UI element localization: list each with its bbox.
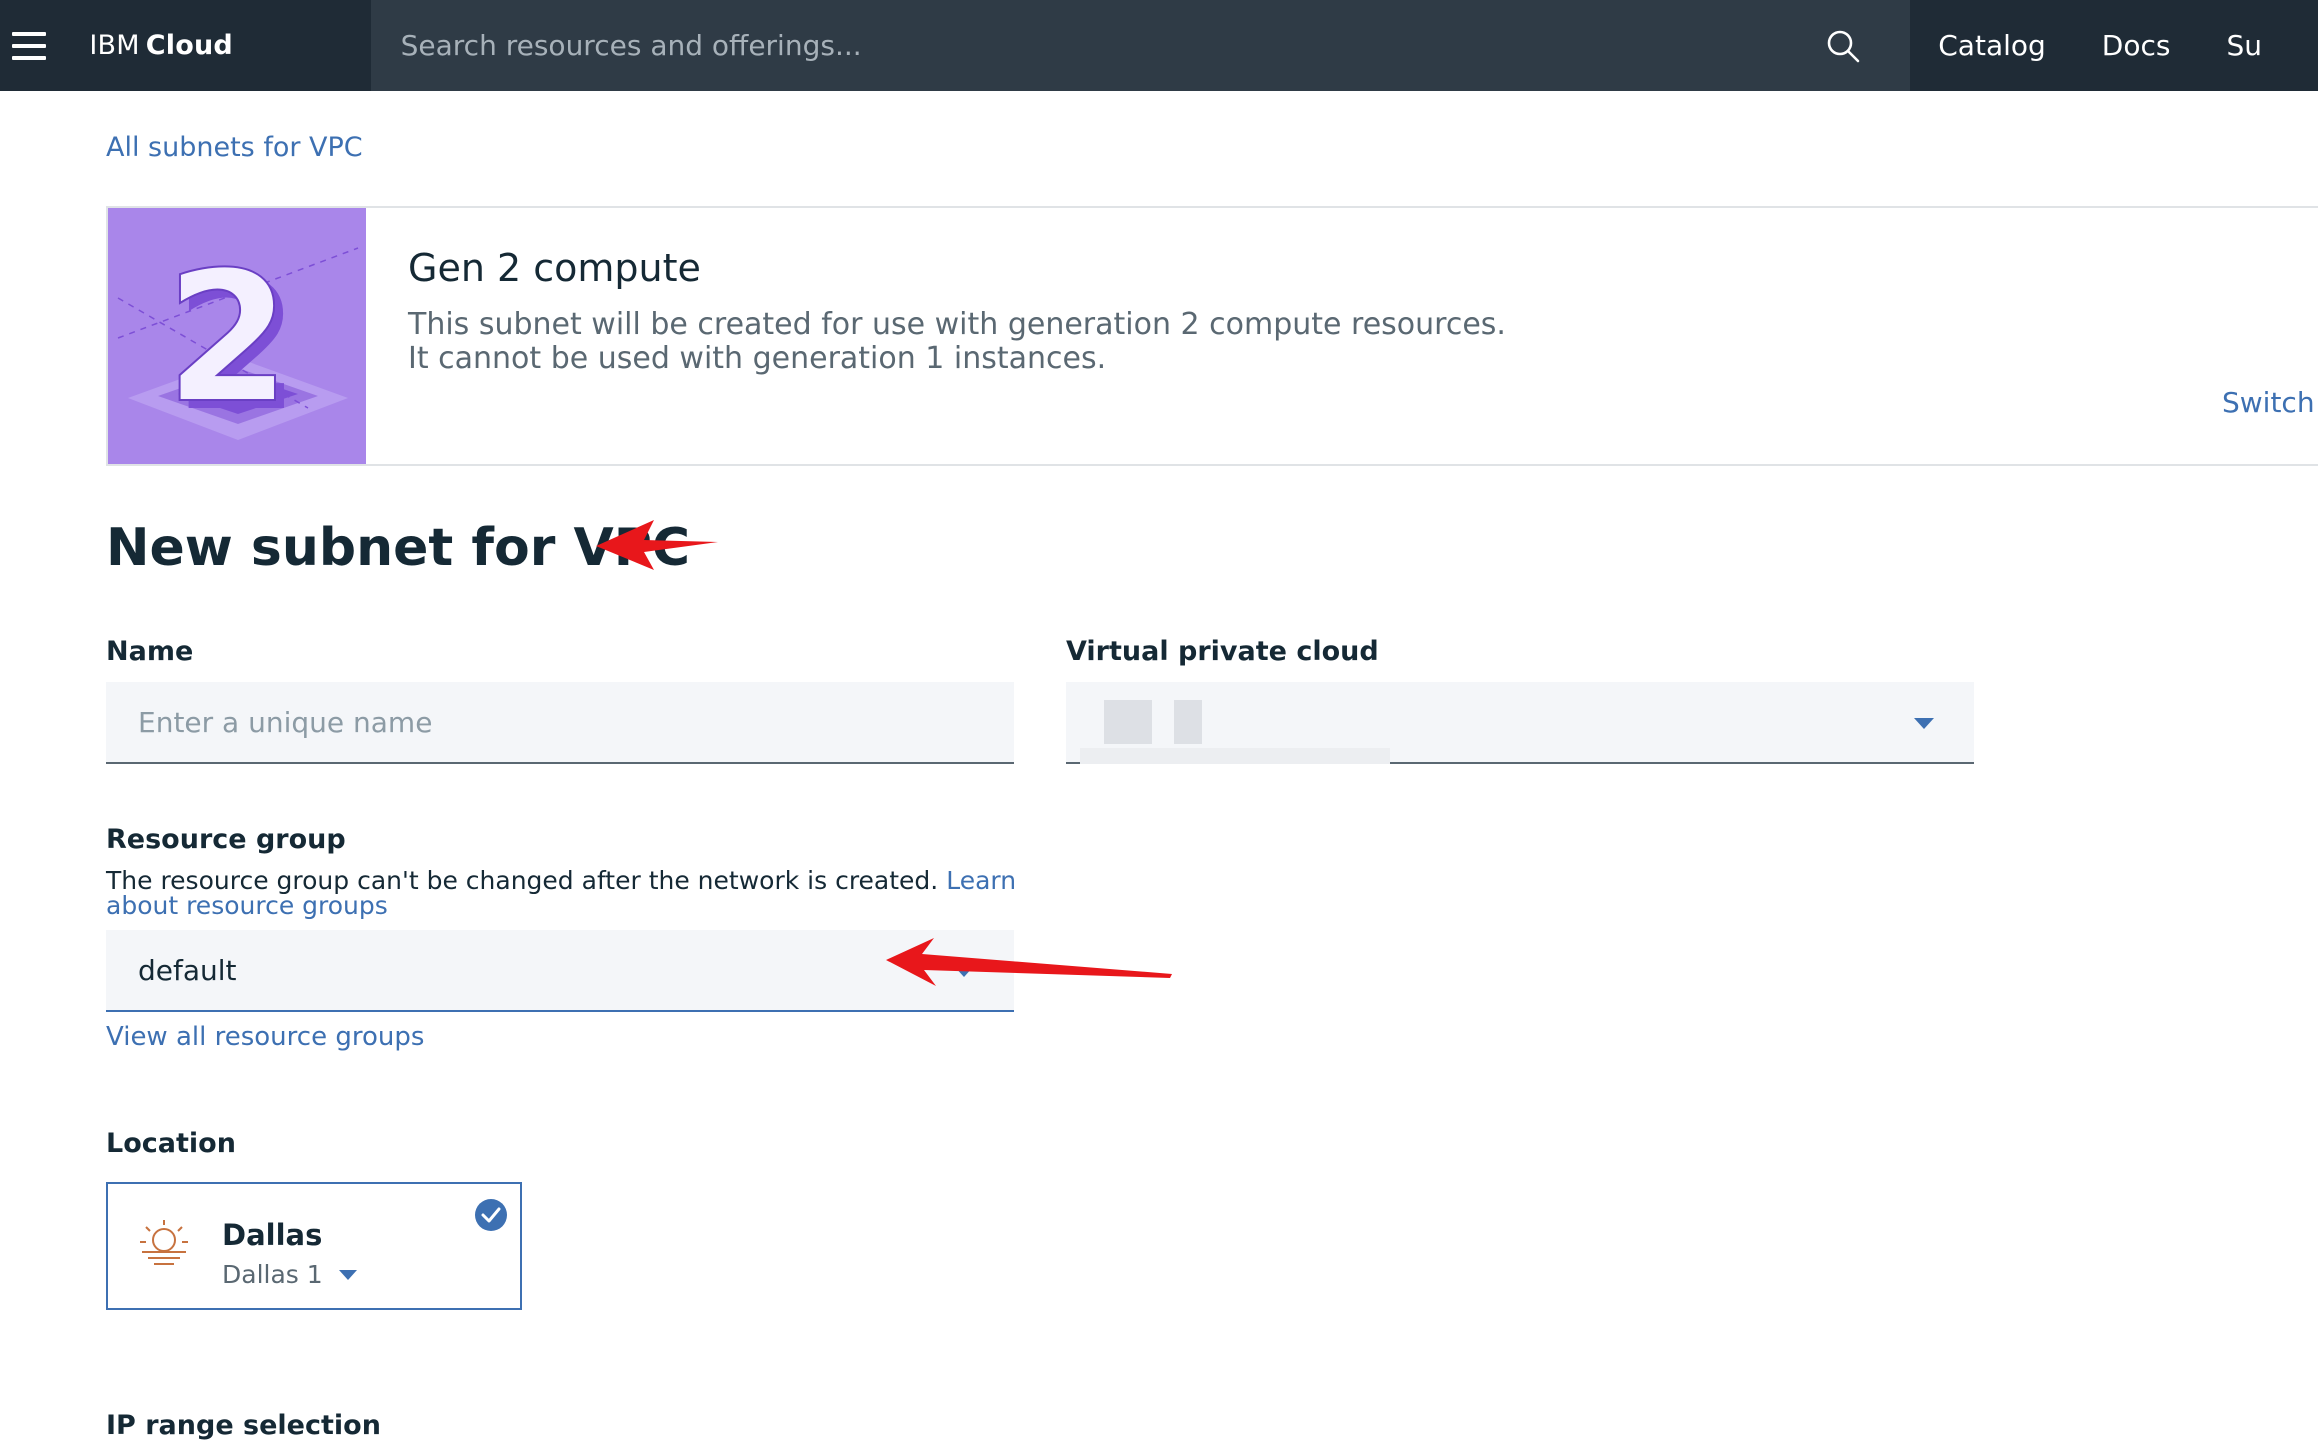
zone-dropdown[interactable]: Dallas 1	[222, 1260, 357, 1289]
checkmark-icon	[475, 1199, 507, 1231]
name-label: Name	[106, 636, 194, 667]
name-input[interactable]	[138, 705, 1014, 739]
redacted-vpc-name	[1104, 700, 1152, 744]
nav-docs[interactable]: Docs	[2102, 29, 2171, 62]
gen2-numeral: 2	[165, 234, 290, 443]
brand-logo[interactable]: IBM Cloud	[57, 0, 370, 91]
ip-range-label: IP range selection	[106, 1410, 381, 1441]
annotation-arrow-resource-group	[886, 938, 1172, 986]
zone-value: Dallas 1	[222, 1260, 323, 1289]
view-all-resource-groups-link[interactable]: View all resource groups	[106, 1022, 424, 1052]
header-nav: Catalog Docs Su	[1910, 0, 2318, 91]
redacted-vpc-underline	[1080, 748, 1390, 764]
top-navigation-bar: IBM Cloud Catalog Docs Su	[0, 0, 2318, 91]
nav-support[interactable]: Su	[2226, 29, 2262, 62]
breadcrumb-all-subnets[interactable]: All subnets for VPC	[106, 132, 363, 163]
switch-generation-link[interactable]: Switch t	[2222, 386, 2318, 419]
location-label: Location	[106, 1128, 236, 1159]
resource-group-helper: The resource group can't be changed afte…	[106, 868, 1026, 918]
resource-group-value: default	[138, 953, 237, 987]
sun-icon	[140, 1220, 188, 1265]
location-name: Dallas	[222, 1218, 323, 1252]
resource-group-label: Resource group	[106, 824, 346, 855]
hamburger-menu-icon[interactable]	[0, 0, 57, 91]
nav-catalog[interactable]: Catalog	[1938, 29, 2046, 62]
search-bar	[370, 0, 1911, 91]
search-icon[interactable]	[1824, 27, 1862, 65]
redacted-vpc-name-part	[1174, 700, 1202, 744]
banner-description: This subnet will be created for use with…	[408, 307, 1506, 376]
annotation-arrow-title	[596, 520, 718, 570]
location-tile-dallas[interactable]: Dallas Dallas 1	[106, 1182, 522, 1310]
chevron-down-icon[interactable]	[1914, 718, 1934, 729]
banner-title: Gen 2 compute	[408, 246, 701, 290]
gen2-compute-banner: 2 2 Gen 2 compute This subnet will be cr…	[106, 206, 2318, 466]
brand-prefix: IBM	[89, 30, 140, 61]
resource-group-select[interactable]: default	[106, 930, 1014, 1012]
search-input[interactable]	[400, 29, 1825, 62]
vpc-label: Virtual private cloud	[1066, 636, 1379, 667]
gen2-illustration: 2 2	[108, 208, 366, 464]
brand-name: Cloud	[145, 30, 233, 61]
chevron-down-icon[interactable]	[338, 1269, 357, 1280]
vpc-select[interactable]	[1066, 682, 1974, 764]
banner-content: Gen 2 compute This subnet will be create…	[366, 208, 1528, 464]
name-field	[106, 682, 1014, 764]
